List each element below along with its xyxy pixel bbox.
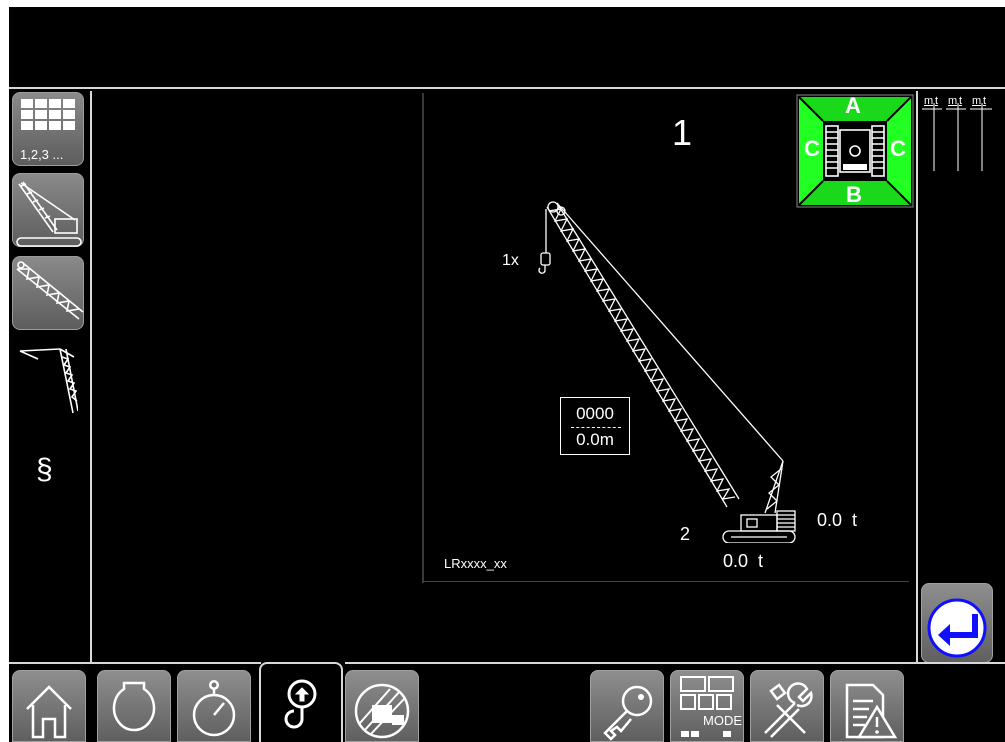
right-panel-divider — [916, 91, 918, 663]
header-bar — [9, 7, 1005, 87]
crane-overview-button[interactable] — [345, 670, 419, 742]
service-tools-button[interactable] — [750, 670, 824, 742]
sector-label-b: B — [846, 182, 862, 207]
home-icon — [26, 685, 72, 739]
engine-icon — [112, 681, 156, 732]
crane-model: LRxxxx_xx — [444, 556, 507, 571]
key-button[interactable] — [590, 670, 664, 742]
slew-sector-indicator[interactable]: A C C B — [796, 93, 914, 208]
table-grid-icon — [21, 99, 75, 130]
boom-config-button[interactable] — [12, 256, 84, 330]
key-icon — [603, 685, 653, 741]
hook-block-icon — [540, 252, 551, 266]
luffing-jib-icon — [19, 348, 78, 414]
mode-icon — [680, 676, 734, 737]
sector-label-a: A — [845, 93, 861, 118]
lattice-boom-icon — [16, 261, 84, 320]
boom-lacing — [548, 208, 736, 500]
enter-arrow-icon — [927, 598, 987, 658]
sector-label-c-left: C — [804, 136, 820, 161]
counterweight-load: 0.0 t — [817, 510, 858, 530]
hook-load: 0.0 t — [723, 551, 764, 571]
hook-number: 1 — [672, 112, 693, 153]
timer-button[interactable] — [177, 670, 251, 742]
home-button[interactable] — [12, 670, 86, 742]
hook-count: 1x — [502, 252, 519, 269]
error-log-button[interactable] — [830, 670, 904, 742]
crane-view-panel — [422, 93, 424, 583]
crane-view-baseline — [424, 581, 909, 582]
hook-mode-tab[interactable] — [267, 670, 337, 742]
left-sidebar-divider — [90, 91, 92, 663]
mode-button[interactable]: MODE — [670, 670, 744, 742]
crane-config-button[interactable] — [12, 173, 84, 247]
header-divider — [9, 87, 1005, 89]
engine-button[interactable] — [97, 670, 171, 742]
paragraph-symbol[interactable]: § — [36, 453, 53, 487]
radius-counter: 0000 — [576, 404, 614, 423]
radius-divider — [571, 427, 621, 428]
bottom-divider-right — [345, 662, 1005, 664]
boom-chord-upper — [546, 206, 728, 508]
bottom-divider-left — [9, 662, 261, 664]
enter-button[interactable] — [921, 583, 993, 663]
mode-label: MODE — [703, 713, 742, 728]
crane-control-screen: 1,2,3 ... § 1 A C C B 1x 0000 0.0m 0.0 t… — [9, 7, 1005, 742]
load-gauge-columns: m t m t m t — [922, 95, 1002, 175]
stopwatch-icon — [192, 680, 236, 737]
configurations-label: 1,2,3 ... — [20, 147, 64, 162]
configurations-button[interactable]: 1,2,3 ... — [12, 92, 84, 166]
hook-icon — [284, 679, 317, 729]
crane-overview-icon — [354, 683, 410, 739]
crawler-crane-icon — [16, 181, 82, 247]
sector-label-c-right: C — [890, 136, 906, 161]
crane-number: 2 — [680, 524, 691, 544]
warning-document-icon — [845, 683, 898, 739]
tools-icon — [764, 682, 813, 738]
radius-value: 0.0m — [576, 430, 614, 449]
radius-box: 0000 0.0m — [560, 397, 630, 455]
crane-side-view-drawing — [538, 201, 796, 543]
